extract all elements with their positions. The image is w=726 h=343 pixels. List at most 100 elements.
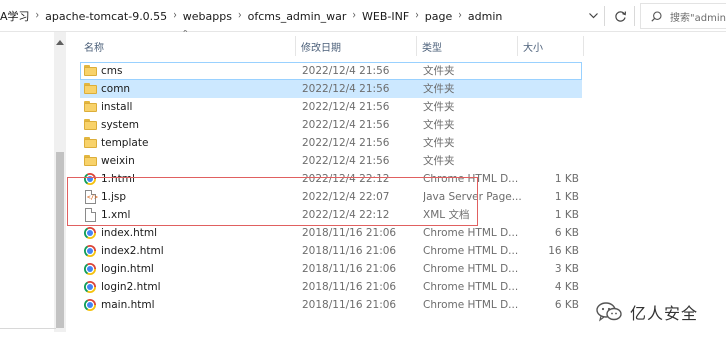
- search-placeholder: 搜索"admin": [670, 12, 726, 24]
- file-size: 16 KB: [548, 245, 579, 257]
- file-modified-date: 2022/12/4 21:56: [302, 119, 390, 131]
- highlight-annotation-box: [67, 177, 478, 226]
- divider: [0, 328, 56, 329]
- file-modified-date: 2018/11/16 21:06: [302, 227, 397, 239]
- file-row[interactable]: index2.html 2018/11/16 21:06 Chrome HTML D…: [80, 242, 582, 260]
- column-header-row: ˄ 名称 修改日期 类型 大小: [66, 30, 596, 60]
- breadcrumb-item[interactable]: apache-tomcat-9.0.55: [45, 10, 167, 23]
- file-modified-date: 2022/12/4 21:56: [302, 155, 390, 167]
- chevron-down-icon: [588, 13, 598, 19]
- file-type: 文件夹: [423, 155, 455, 167]
- file-type: 文件夹: [423, 119, 455, 131]
- file-size: 6 KB: [554, 299, 579, 311]
- file-name: login.html: [101, 263, 154, 275]
- file-row[interactable]: login2.html 2018/11/16 21:06 Chrome HTML D…: [80, 278, 582, 296]
- breadcrumb-separator-icon[interactable]: ›: [238, 10, 242, 23]
- breadcrumb-separator-icon[interactable]: ›: [173, 10, 177, 23]
- column-resize-handle[interactable]: [295, 36, 296, 56]
- file-row[interactable]: system 2022/12/4 21:56 文件夹: [80, 116, 582, 134]
- column-header-label: 名称: [84, 42, 104, 54]
- column-resize-handle[interactable]: [517, 36, 518, 56]
- file-name: install: [101, 101, 133, 113]
- breadcrumb: A学习 › apache-tomcat-9.0.55 › webapps › o…: [0, 0, 602, 32]
- folder-icon: [84, 101, 97, 112]
- file-size: [525, 117, 579, 133]
- column-resize-handle[interactable]: [416, 36, 417, 56]
- chrome-icon: [84, 227, 96, 239]
- chrome-icon: [84, 245, 96, 257]
- file-name: template: [101, 137, 149, 149]
- file-type: 文件夹: [423, 83, 455, 95]
- file-row[interactable]: install 2022/12/4 21:56 文件夹: [80, 98, 582, 116]
- chrome-icon: [84, 299, 96, 311]
- breadcrumb-separator-icon[interactable]: ›: [458, 10, 462, 23]
- file-row[interactable]: cms 2022/12/4 21:56 文件夹: [80, 62, 582, 80]
- column-header-date[interactable]: 修改日期: [301, 32, 416, 60]
- file-name: index2.html: [101, 245, 164, 257]
- scrollbar-thumb[interactable]: [56, 152, 64, 328]
- search-icon: [651, 10, 662, 22]
- file-type: Chrome HTML D...: [423, 263, 519, 275]
- file-row[interactable]: weixin 2022/12/4 21:56 文件夹: [80, 152, 582, 170]
- file-name: comn: [101, 83, 131, 95]
- file-name: weixin: [101, 155, 135, 167]
- file-size: 1 KB: [554, 173, 579, 185]
- navigation-scrollbar[interactable]: [54, 32, 66, 332]
- file-type: 文件夹: [423, 65, 455, 77]
- file-type: Chrome HTML D...: [423, 245, 519, 257]
- breadcrumb-separator-icon[interactable]: ›: [352, 10, 356, 23]
- file-modified-date: 2022/12/4 21:56: [302, 65, 390, 77]
- file-size: 4 KB: [554, 281, 579, 293]
- file-modified-date: 2022/12/4 21:56: [302, 83, 390, 95]
- file-modified-date: 2018/11/16 21:06: [302, 299, 397, 311]
- column-header-type[interactable]: 类型: [422, 32, 517, 60]
- file-size: [525, 135, 579, 151]
- file-size: 1 KB: [554, 209, 579, 221]
- breadcrumb-separator-icon[interactable]: ›: [36, 10, 40, 23]
- refresh-icon: [614, 10, 626, 22]
- watermark: 亿人安全: [596, 299, 698, 325]
- folder-icon: [84, 119, 97, 130]
- file-modified-date: 2018/11/16 21:06: [302, 245, 397, 257]
- file-size: [525, 81, 579, 97]
- column-resize-handle[interactable]: [583, 36, 584, 56]
- watermark-text: 亿人安全: [630, 304, 699, 323]
- address-history-dropdown-button[interactable]: [584, 8, 602, 24]
- search-input[interactable]: 搜索"admin": [640, 3, 726, 29]
- file-type: Chrome HTML D...: [423, 281, 519, 293]
- file-name: cms: [101, 65, 123, 77]
- file-type: Chrome HTML D...: [423, 299, 519, 311]
- folder-icon: [84, 83, 97, 94]
- file-type: Chrome HTML D...: [423, 227, 519, 239]
- file-name: login2.html: [101, 281, 161, 293]
- file-size: 1 KB: [554, 191, 579, 203]
- column-header-label: 类型: [422, 42, 442, 54]
- breadcrumb-item[interactable]: webapps: [183, 10, 232, 23]
- column-header-label: 修改日期: [301, 42, 341, 54]
- file-size: [525, 99, 579, 115]
- file-size: [525, 153, 579, 169]
- file-modified-date: 2022/12/4 21:56: [302, 137, 390, 149]
- file-row[interactable]: main.html 2018/11/16 21:06 Chrome HTML D..…: [80, 296, 582, 314]
- wechat-logo-icon: [596, 302, 622, 322]
- file-modified-date: 2018/11/16 21:06: [302, 263, 397, 275]
- file-row[interactable]: template 2022/12/4 21:56 文件夹: [80, 134, 582, 152]
- file-name: system: [101, 119, 139, 131]
- file-row[interactable]: index.html 2018/11/16 21:06 Chrome HTML D.…: [80, 224, 582, 242]
- divider: [634, 6, 635, 26]
- file-type: 文件夹: [423, 137, 455, 149]
- breadcrumb-item[interactable]: A学习: [0, 8, 30, 24]
- scroll-up-arrow-icon[interactable]: [54, 36, 66, 48]
- file-size: 6 KB: [554, 227, 579, 239]
- breadcrumb-separator-icon[interactable]: ›: [415, 10, 419, 23]
- file-row[interactable]: login.html 2018/11/16 21:06 Chrome HTML D.…: [80, 260, 582, 278]
- column-header-name[interactable]: 名称: [84, 32, 296, 60]
- breadcrumb-item[interactable]: ofcms_admin_war: [248, 10, 347, 23]
- column-header-size[interactable]: 大小: [523, 32, 583, 60]
- refresh-button[interactable]: [610, 6, 630, 26]
- breadcrumb-item[interactable]: page: [425, 10, 452, 23]
- breadcrumb-item[interactable]: admin: [468, 10, 502, 23]
- navigation-pane[interactable]: [0, 32, 62, 343]
- file-row[interactable]: comn 2022/12/4 21:56 文件夹: [80, 80, 582, 98]
- breadcrumb-item[interactable]: WEB-INF: [362, 10, 409, 23]
